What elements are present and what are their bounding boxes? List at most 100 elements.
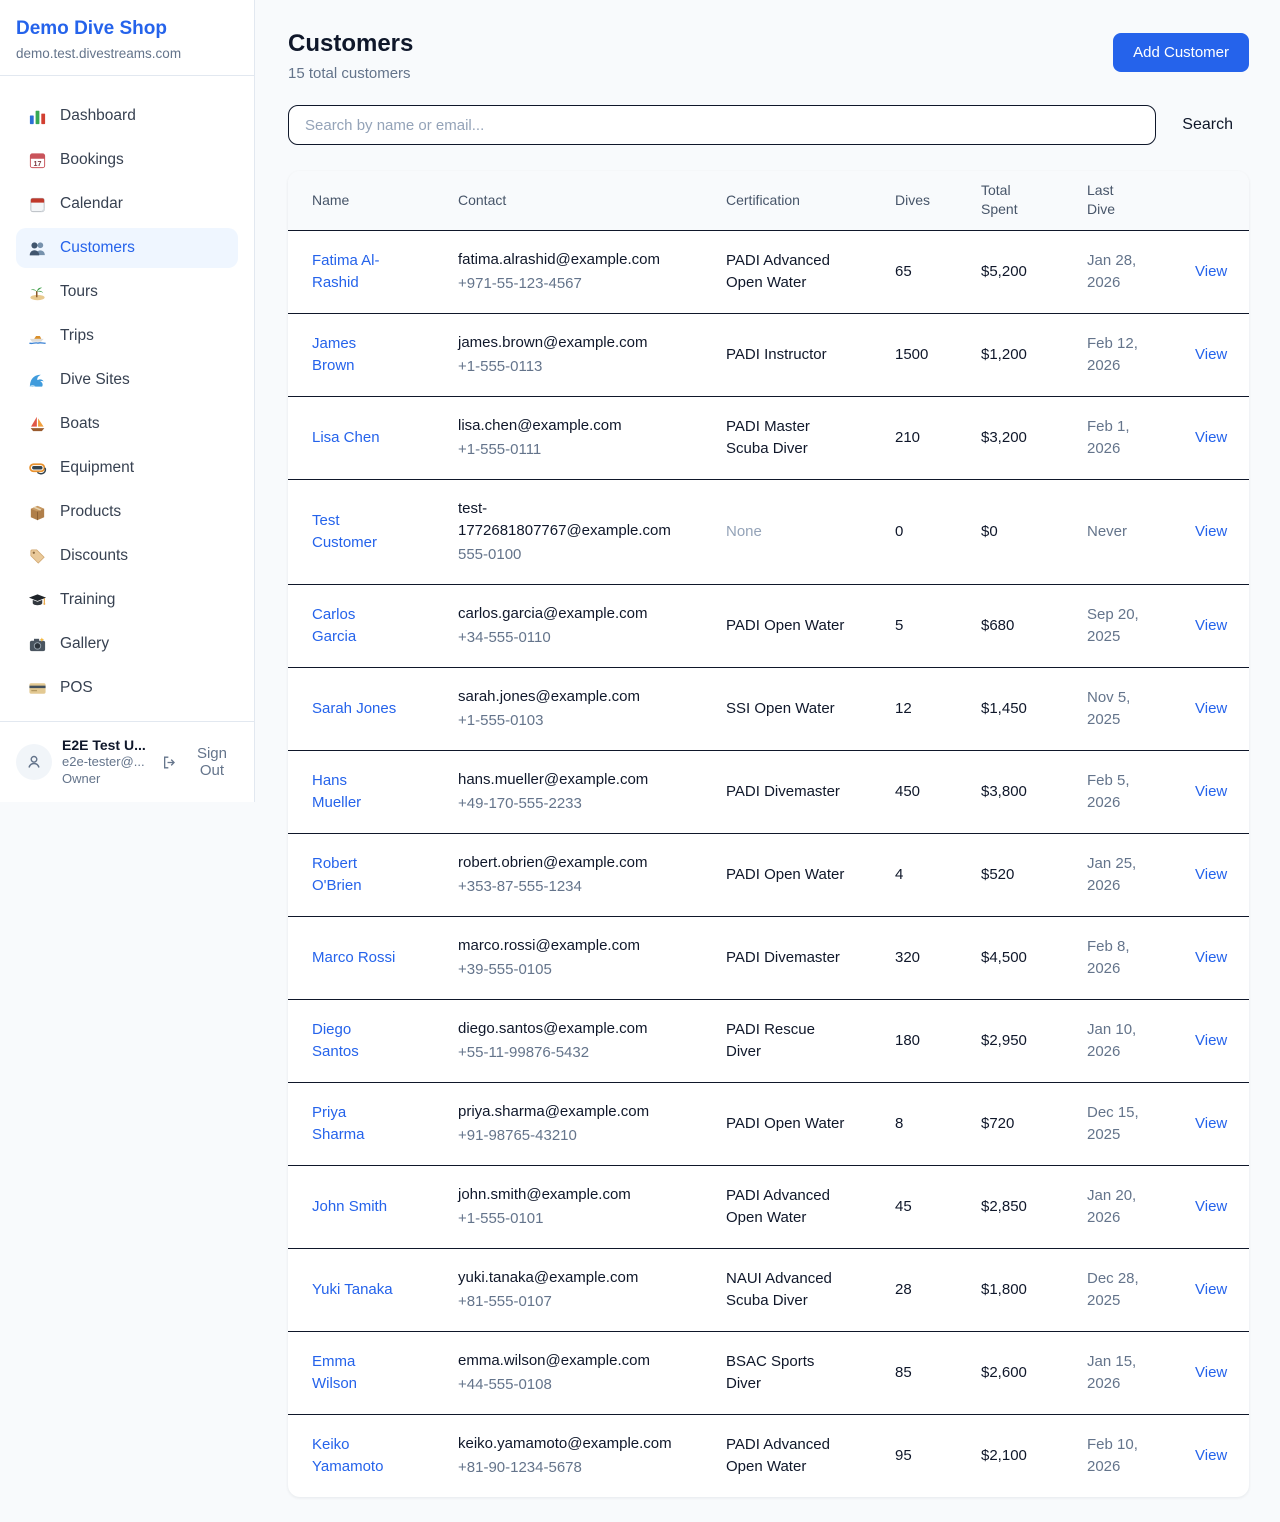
sidebar-item-products[interactable]: Products [16, 492, 238, 532]
customer-name-link[interactable]: John Smith [312, 1196, 387, 1218]
actions-cell: View [1179, 1414, 1249, 1497]
view-link[interactable]: View [1195, 429, 1227, 446]
sidebar-item-training[interactable]: Training [16, 580, 238, 620]
total-spent-cell: $2,950 [965, 999, 1071, 1082]
customer-name-link[interactable]: Robert O'Brien [312, 853, 398, 897]
customer-name-link[interactable]: Lisa Chen [312, 427, 380, 449]
view-link[interactable]: View [1195, 700, 1227, 717]
certification-cell: PADI Open Water [710, 1082, 879, 1165]
sign-out-button[interactable]: Sign Out [161, 745, 240, 779]
search-input[interactable] [288, 105, 1156, 145]
actions-cell: View [1179, 916, 1249, 999]
sidebar-item-bookings[interactable]: 17 Bookings [16, 140, 238, 180]
user-email: e2e-tester@... [62, 754, 151, 771]
contact-cell: marco.rossi@example.com +39-555-0105 [442, 916, 710, 999]
actions-cell: View [1179, 396, 1249, 479]
view-link[interactable]: View [1195, 617, 1227, 634]
customer-name-link[interactable]: Keiko Yamamoto [312, 1434, 398, 1478]
total-spent-cell: $520 [965, 833, 1071, 916]
certification-cell: PADI Open Water [710, 833, 879, 916]
sidebar-item-gallery[interactable]: Gallery [16, 624, 238, 664]
last-dive-cell: Jan 25, 2026 [1071, 833, 1179, 916]
actions-cell: View [1179, 1248, 1249, 1331]
table-row: Test Customer test-1772681807767@example… [288, 479, 1249, 584]
certification: PADI Master Scuba Diver [726, 416, 848, 460]
sidebar-item-boats[interactable]: Boats [16, 404, 238, 444]
certification-cell: PADI Open Water [710, 584, 879, 667]
page-header-text: Customers 15 total customers [288, 30, 413, 82]
dives-cell: 180 [879, 999, 965, 1082]
last-dive-cell: Never [1071, 479, 1179, 584]
contact-cell: john.smith@example.com +1-555-0101 [442, 1165, 710, 1248]
customer-name-link[interactable]: Yuki Tanaka [312, 1279, 393, 1301]
sidebar-item-dashboard[interactable]: Dashboard [16, 96, 238, 136]
customer-name-link[interactable]: Priya Sharma [312, 1102, 398, 1146]
sidebar-item-discounts[interactable]: Discounts [16, 536, 238, 576]
total-spent: $680 [981, 617, 1014, 634]
add-customer-button[interactable]: Add Customer [1113, 33, 1249, 72]
contact-cell: diego.santos@example.com +55-11-99876-54… [442, 999, 710, 1082]
certification: PADI Open Water [726, 1113, 844, 1135]
sidebar-item-equipment[interactable]: Equipment [16, 448, 238, 488]
view-link[interactable]: View [1195, 783, 1227, 800]
sidebar-item-tours[interactable]: Tours [16, 272, 238, 312]
sidebar: Demo Dive Shop demo.test.divestreams.com… [0, 0, 255, 802]
view-link[interactable]: View [1195, 523, 1227, 540]
table-row: Fatima Al-Rashid fatima.alrashid@example… [288, 230, 1249, 313]
view-link[interactable]: View [1195, 1115, 1227, 1132]
sidebar-item-trips[interactable]: Trips [16, 316, 238, 356]
customer-email: yuki.tanaka@example.com [458, 1267, 694, 1289]
view-link[interactable]: View [1195, 263, 1227, 280]
last-dive-cell: Feb 1, 2026 [1071, 396, 1179, 479]
customer-phone: +49-170-555-2233 [458, 793, 694, 815]
avatar [16, 744, 52, 780]
certification-cell: PADI Master Scuba Diver [710, 396, 879, 479]
certification-cell: PADI Instructor [710, 313, 879, 396]
customer-email: james.brown@example.com [458, 332, 694, 354]
view-link[interactable]: View [1195, 1032, 1227, 1049]
dives-cell: 0 [879, 479, 965, 584]
last-dive-cell: Dec 15, 2025 [1071, 1082, 1179, 1165]
customer-name-link[interactable]: Fatima Al-Rashid [312, 250, 398, 294]
contact-cell: sarah.jones@example.com +1-555-0103 [442, 667, 710, 750]
customers-tbody: Fatima Al-Rashid fatima.alrashid@example… [288, 230, 1249, 1497]
view-link[interactable]: View [1195, 1198, 1227, 1215]
last-dive-date: Nov 5, 2025 [1087, 687, 1163, 731]
customer-name-link[interactable]: Marco Rossi [312, 947, 395, 969]
last-dive-cell: Dec 28, 2025 [1071, 1248, 1179, 1331]
customer-name-link[interactable]: Sarah Jones [312, 698, 396, 720]
certification-cell: BSAC Sports Diver [710, 1331, 879, 1414]
view-link[interactable]: View [1195, 1281, 1227, 1298]
name-cell: Fatima Al-Rashid [288, 230, 442, 313]
name-cell: John Smith [288, 1165, 442, 1248]
view-link[interactable]: View [1195, 949, 1227, 966]
customer-name-link[interactable]: Hans Mueller [312, 770, 398, 814]
total-spent: $1,200 [981, 346, 1027, 363]
sidebar-item-pos[interactable]: POS [16, 668, 238, 708]
customer-name-link[interactable]: Test Customer [312, 510, 398, 554]
table-row: Marco Rossi marco.rossi@example.com +39-… [288, 916, 1249, 999]
sidebar-item-customers[interactable]: Customers [16, 228, 238, 268]
dives-count: 1500 [895, 346, 928, 363]
customer-name-link[interactable]: Carlos Garcia [312, 604, 398, 648]
search-row: Search [288, 105, 1249, 145]
last-dive-date: Jan 10, 2026 [1087, 1019, 1163, 1063]
view-link[interactable]: View [1195, 1364, 1227, 1381]
view-link[interactable]: View [1195, 346, 1227, 363]
certification: PADI Open Water [726, 615, 844, 637]
sidebar-item-label: Boats [60, 415, 100, 433]
sidebar-item-calendar[interactable]: Calendar [16, 184, 238, 224]
total-spent: $2,100 [981, 1447, 1027, 1464]
customer-name-link[interactable]: Diego Santos [312, 1019, 398, 1063]
contact-cell: test-1772681807767@example.com 555-0100 [442, 479, 710, 584]
table-row: Hans Mueller hans.mueller@example.com +4… [288, 750, 1249, 833]
sidebar-item-dive-sites[interactable]: Dive Sites [16, 360, 238, 400]
view-link[interactable]: View [1195, 866, 1227, 883]
customer-name-link[interactable]: James Brown [312, 333, 398, 377]
user-role: Owner [62, 771, 151, 788]
total-spent: $3,200 [981, 429, 1027, 446]
view-link[interactable]: View [1195, 1447, 1227, 1464]
actions-cell: View [1179, 584, 1249, 667]
search-button[interactable]: Search [1182, 116, 1233, 134]
customer-name-link[interactable]: Emma Wilson [312, 1351, 398, 1395]
